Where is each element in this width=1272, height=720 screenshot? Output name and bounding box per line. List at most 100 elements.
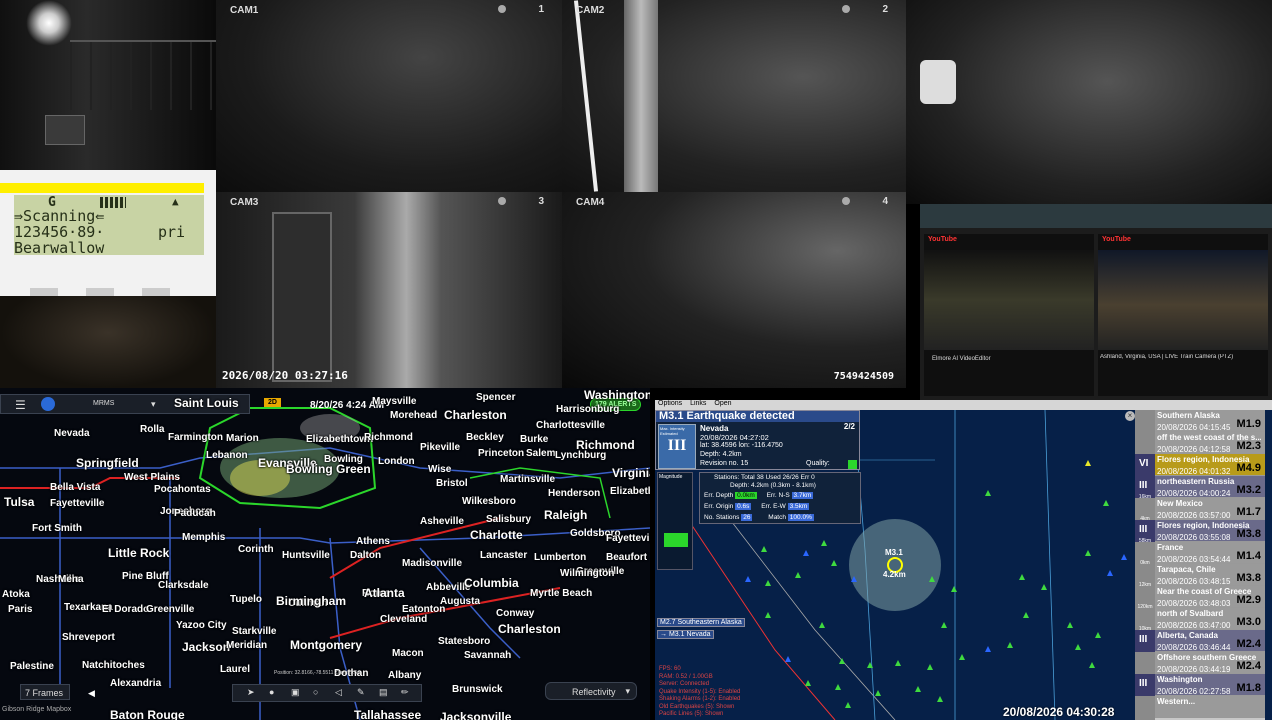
city-label: Cleveland [380, 614, 428, 625]
city-label: Lumberton [534, 552, 587, 563]
quake-list-item[interactable]: III Alberta, Canada 20/08/2026 03:46:44 M2.… [1135, 630, 1265, 655]
quake-clock: 20/08/2026 04:30:28 [1003, 705, 1115, 719]
edit-icon[interactable]: ✎ [357, 687, 365, 698]
city-label: Raleigh [544, 508, 588, 522]
city-label: Statesboro [438, 636, 491, 647]
quake-list-item[interactable]: III 58km Flores region, Indonesia 20/08/202… [1135, 520, 1265, 545]
city-label: Salem [526, 448, 556, 459]
pencil-icon[interactable]: ✏ [401, 687, 409, 698]
quake-datetime: 20/08/2026 04:27:02 [700, 433, 769, 442]
quake-list-item[interactable]: off the west coast of the s... 20/08/2026… [1135, 432, 1265, 457]
quake-time: 20/08/2026 04:00:24 [1157, 489, 1231, 498]
city-label: Charlotte [470, 528, 523, 542]
quake-time: 20/08/2026 03:54:44 [1157, 555, 1231, 564]
porch-camera-feed [0, 0, 216, 170]
station-marker [845, 702, 851, 708]
station-marker [1075, 644, 1081, 650]
menu-open[interactable]: Open [714, 400, 731, 407]
nvr-counter: 7549424509 [833, 371, 894, 382]
quake-magnitude: M2.9 [1236, 594, 1261, 606]
earthquake-monitor: Options Links Open M3.1 Earthquake detec… [655, 400, 1272, 720]
right-video-title[interactable]: Ashland, Virginia, USA | LIVE Train Came… [1100, 354, 1266, 360]
quake-list-item[interactable]: Western... [1135, 696, 1265, 720]
menu-options[interactable]: Options [658, 400, 682, 407]
quake-list-item[interactable]: Offshore southern Greece 20/08/2026 03:44… [1135, 652, 1265, 677]
dropdown-chevron-icon[interactable]: ▾ [151, 399, 156, 410]
radar-site-icon[interactable] [41, 397, 55, 411]
city-label: Meridian [226, 640, 268, 651]
city-label: London [378, 456, 415, 467]
porch-railing [70, 40, 216, 110]
city-label: Elizabeth [610, 486, 650, 497]
quake-alert-panel: M3.1 Earthquake detected 2/2 Max. Intens… [655, 410, 860, 470]
menu-links[interactable]: Links [690, 400, 706, 407]
circle-icon[interactable]: ○ [313, 687, 318, 697]
radar-product[interactable]: MRMS [93, 400, 114, 407]
station-marker [819, 622, 825, 628]
city-label: Beaufort [606, 552, 648, 563]
cam4-number: 4 [882, 196, 888, 207]
quake-list-item[interactable]: Southern Alaska 20/08/2026 04:15:45 M1.9 [1135, 410, 1265, 435]
quake-time: 20/08/2026 03:48:15 [1157, 577, 1231, 586]
quake-list-item[interactable]: 12km Tarapaca, Chile 20/08/2026 03:48:15 M3… [1135, 564, 1265, 589]
city-label: Augusta [440, 596, 480, 607]
polygon-icon[interactable]: ◁ [335, 687, 342, 698]
cam1-feed: CAM1 1 [216, 0, 562, 192]
mode-badge[interactable]: 2D [264, 398, 281, 407]
station-marker [915, 686, 921, 692]
quake-intensity: VI [1139, 458, 1149, 469]
quake-list-item[interactable]: 0km France 20/08/2026 03:54:44 M1.4 [1135, 542, 1265, 567]
quake-title: M3.1 Earthquake detected [659, 410, 795, 422]
station-marker [1007, 642, 1013, 648]
station-marker [1103, 500, 1109, 506]
city-label: Nevada [54, 428, 90, 439]
city-label: Montgomery [290, 638, 362, 652]
city-label: Columbia [464, 576, 519, 590]
city-label: Wise [428, 464, 452, 475]
station-marker [1023, 612, 1029, 618]
quake-list-item[interactable]: 10km north of Svalbard 20/08/2026 03:47:00… [1135, 608, 1265, 633]
city-label: Paris [8, 604, 33, 615]
cam4-feed: CAM4 4 7549424509 [562, 192, 906, 388]
match-label: Match [768, 514, 786, 521]
quake-list-item[interactable]: 4km New Mexico 20/08/2026 03:57:00 M1.7 [1135, 498, 1265, 523]
city-label: Shreveport [62, 632, 115, 643]
scanner-buttons [30, 288, 190, 296]
city-label: Morehead [390, 410, 438, 421]
play-button[interactable]: ◀ [88, 688, 95, 699]
city-label: Lancaster [480, 550, 528, 561]
station-marker [1121, 554, 1127, 560]
cam3-feed: CAM3 3 2026/08/20 03:27:16 [216, 192, 562, 388]
book-icon[interactable]: ▤ [379, 687, 388, 698]
quake-list-item[interactable]: 120km Near the coast of Greece 20/08/2026 … [1135, 586, 1265, 611]
intensity-icon [1135, 696, 1155, 720]
city-label: El Dorado [102, 604, 150, 615]
select-icon[interactable]: ▣ [291, 687, 300, 698]
cam2-number: 2 [882, 4, 888, 15]
frames-control[interactable]: 7 Frames [20, 684, 70, 700]
menu-icon[interactable]: ☰ [15, 398, 26, 412]
close-icon[interactable]: × [1125, 411, 1135, 421]
station-marker [959, 654, 965, 660]
city-label: Henderson [548, 488, 601, 499]
event-tag-1[interactable]: M2.7 Southeastern Alaska [657, 618, 745, 627]
quake-list-item[interactable]: III 16km northeastern Russia 20/08/2026 04:… [1135, 476, 1265, 501]
quake-list-item[interactable]: III Washington 20/08/2026 02:27:58 M1.8 [1135, 674, 1265, 699]
city-label: Washington [584, 388, 650, 402]
nstations-label: No. Stations [704, 514, 740, 521]
city-label: Atlanta [364, 586, 405, 600]
event-tag-2[interactable]: → M3.1 Nevada [657, 630, 714, 639]
layer-select[interactable]: Reflectivity ▾ [545, 682, 637, 700]
pointer-icon[interactable]: ➤ [247, 687, 255, 698]
magnitude-meter: Magnitude [657, 472, 693, 570]
station-marker [765, 580, 771, 586]
cam2-record-icon [842, 5, 850, 13]
station-marker [875, 690, 881, 696]
quake-list-item[interactable]: VI Flores region, Indonesia 20/08/2026 04:… [1135, 454, 1265, 479]
weather-radar-map[interactable]: ☰ MRMS ▾ 2D 8/20/26 4:24 AM 179 ALERTS S… [0, 388, 650, 720]
city-label: Savannah [464, 650, 512, 661]
city-label: Jacksonville [440, 710, 512, 720]
left-video-title[interactable]: Elmore AI VideoEditor [932, 356, 991, 362]
stations-summary: Stations: Total 38 Used 26/26 Err 0 [714, 474, 815, 481]
pin-icon[interactable]: ● [269, 687, 274, 697]
